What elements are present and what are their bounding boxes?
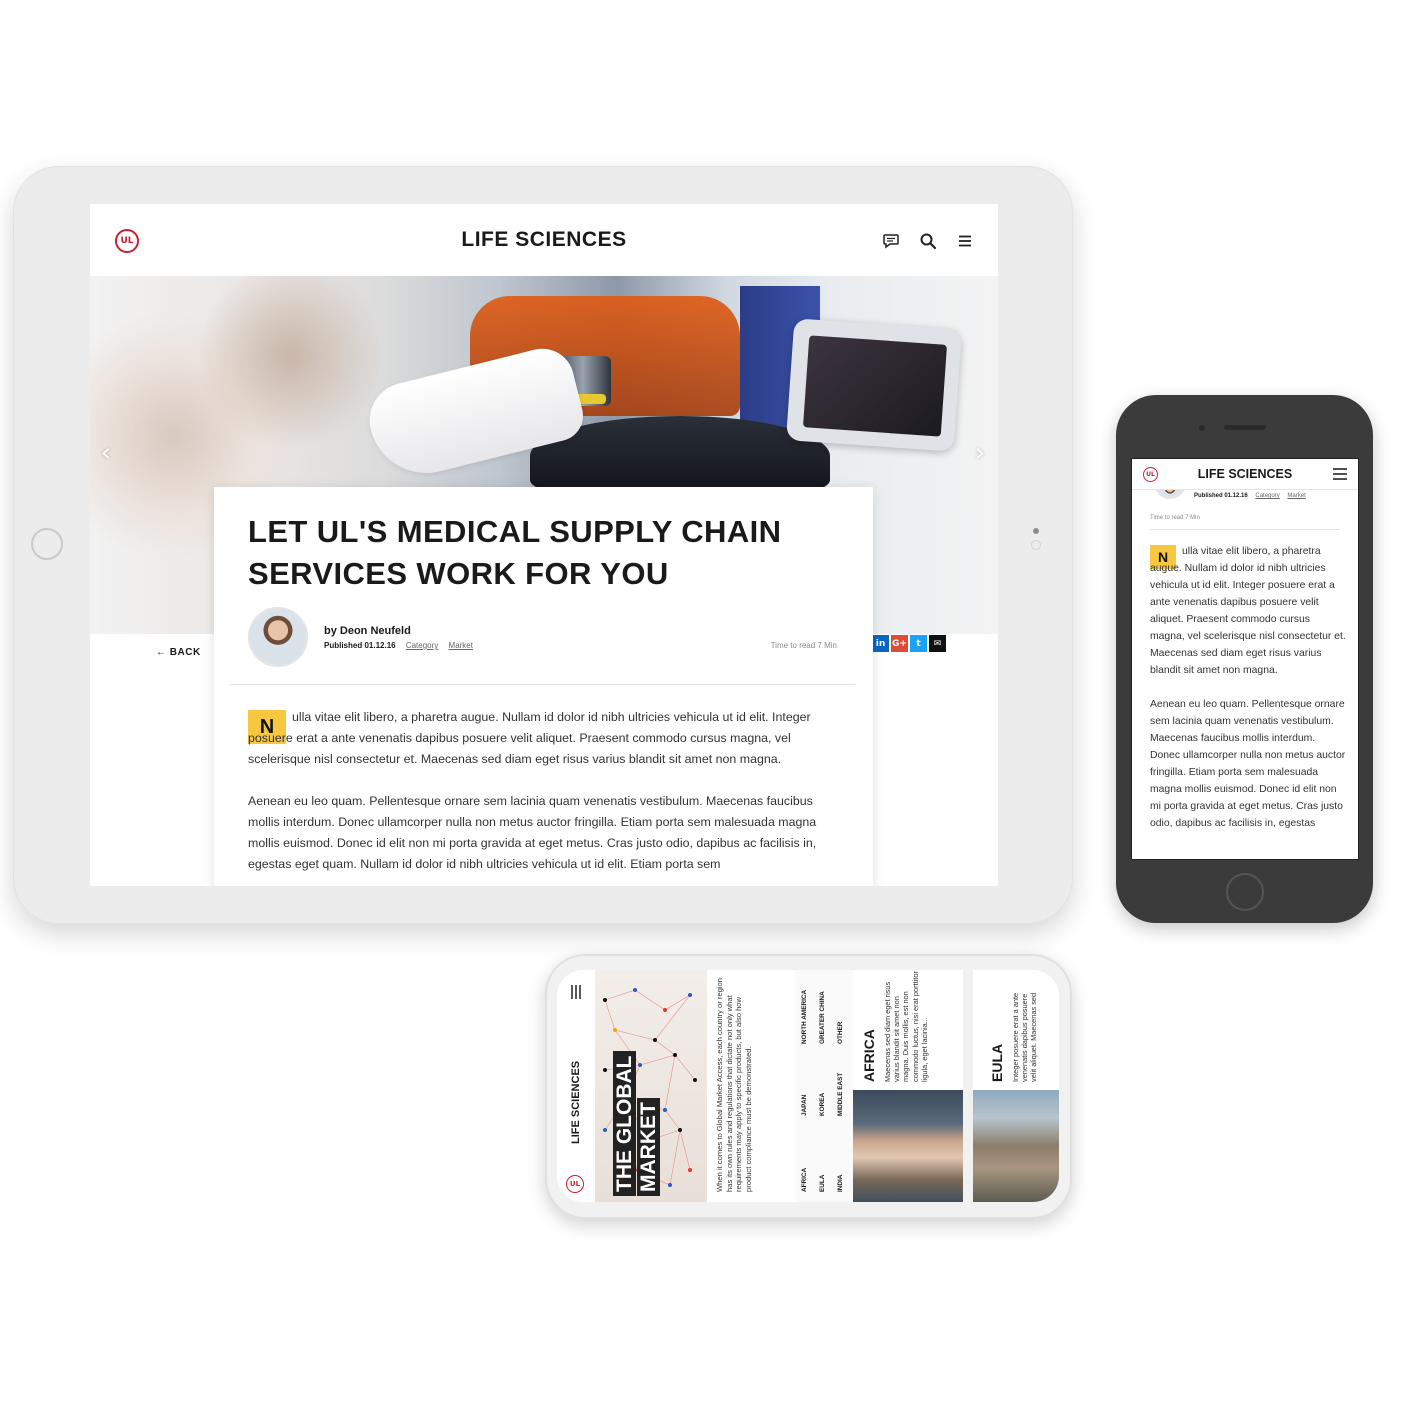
region-card-eula[interactable]: EULA Integer posuere erat a ante venenat… [973, 970, 1059, 1090]
tablet-camera [1033, 528, 1039, 534]
author-avatar[interactable] [248, 607, 308, 667]
card-photo [973, 1090, 1059, 1202]
region-link[interactable]: JAPAN [801, 1095, 808, 1116]
region-list: AFRICA EULA INDIA JAPAN KOREA MIDDLE EAS… [795, 970, 853, 1202]
card-title: EULA [989, 1043, 1005, 1082]
card-text: Integer posuere erat a ante venenatis da… [1011, 992, 1039, 1082]
paragraph: Aenean eu leo quam. Pellentesque ornare … [1150, 699, 1346, 829]
phone-home-button[interactable] [1226, 873, 1264, 911]
phone-camera [1199, 425, 1205, 431]
search-icon[interactable] [919, 232, 937, 250]
paragraph: ulla vitae elit libero, a pharetra augue… [248, 710, 811, 766]
region-card-africa[interactable]: AFRICA Maecenas sed diam eget risus vari… [853, 970, 963, 1090]
tablet-header: UL LIFE SCIENCES [90, 204, 998, 277]
tablet-screen: UL LIFE SCIENCES ‹ › ← BACK in G+ t ✉ LE… [90, 204, 998, 886]
phone-header: UL LIFE SCIENCES [1132, 459, 1358, 490]
category-link[interactable]: Category [1255, 493, 1279, 499]
hero-monitor-screen [802, 335, 948, 437]
read-time: Time to read 7 Min [1150, 515, 1200, 521]
phone-device: Published 01.12.16 Category Market Time … [1116, 395, 1373, 923]
region-link[interactable]: GREATER CHINA [819, 991, 826, 1044]
card-text: Maecenas sed diam eget risus varius blan… [883, 971, 929, 1082]
section-headline-line2: MARKET [637, 1098, 660, 1196]
page-title: LIFE SCIENCES [570, 1060, 582, 1144]
card-gap [963, 970, 973, 1202]
region-link[interactable]: KOREA [819, 1093, 826, 1116]
paragraph: Aenean eu leo quam. Pellentesque ornare … [248, 794, 817, 871]
page-title: LIFE SCIENCES [461, 228, 627, 251]
page-title: LIFE SCIENCES [1197, 467, 1293, 481]
region-link[interactable]: NORTH AMERICA [801, 990, 808, 1044]
divider [230, 684, 855, 685]
card-title: AFRICA [861, 1029, 877, 1082]
published-date: Published 01.12.16 [324, 641, 396, 650]
phone-screen: Published 01.12.16 Category Market Time … [1131, 458, 1359, 860]
email-icon[interactable]: ✉ [929, 635, 946, 652]
article-body: ulla vitae elit libero, a pharetra augue… [248, 707, 840, 886]
menu-icon[interactable] [1332, 467, 1348, 481]
tablet-sensor [1031, 540, 1041, 550]
arrow-left-icon: ← [156, 647, 170, 658]
region-link[interactable]: AFRICA [801, 1168, 808, 1192]
intro-panel: When it comes to Global Market Access, e… [707, 970, 795, 1202]
market-link[interactable]: Market [1287, 493, 1305, 499]
region-link[interactable]: EULA [819, 1175, 826, 1192]
chat-icon[interactable] [882, 232, 900, 250]
ul-logo[interactable]: UL [566, 1175, 584, 1193]
linkedin-icon[interactable]: in [872, 635, 889, 652]
market-link[interactable]: Market [449, 641, 473, 650]
landscape-phone-screen: LIFE SCIENCES UL THE GLOBAL MARKET When … [557, 970, 1059, 1202]
phone-speaker [1224, 425, 1266, 430]
landscape-phone-device: LIFE SCIENCES UL THE GLOBAL MARKET When … [545, 954, 1072, 1219]
region-link[interactable]: MIDDLE EAST [837, 1073, 844, 1116]
section-headline-line1: THE GLOBAL [613, 1051, 636, 1196]
read-time: Time to read 7 Min [770, 641, 837, 650]
carousel-next-button[interactable]: › [968, 440, 992, 466]
paragraph: ulla vitae elit libero, a pharetra augue… [1150, 546, 1346, 676]
card-photo [853, 1090, 963, 1202]
side-nav: LIFE SCIENCES UL [557, 970, 596, 1202]
region-link[interactable]: INDIA [837, 1175, 844, 1192]
carousel-prev-button[interactable]: ‹ [94, 440, 118, 466]
author-name: by Deon Neufeld [324, 625, 411, 637]
article-body: ulla vitae elit libero, a pharetra augue… [1150, 543, 1346, 849]
article-meta: Published 01.12.16 Category Market [1194, 493, 1306, 499]
twitter-icon[interactable]: t [910, 635, 927, 652]
tablet-home-button[interactable] [31, 528, 63, 560]
region-link[interactable]: OTHER [837, 1022, 844, 1044]
intro-text: When it comes to Global Market Access, e… [715, 978, 753, 1192]
article-headline: LET UL'S MEDICAL SUPPLY CHAIN SERVICES W… [248, 514, 782, 591]
menu-icon[interactable] [570, 984, 582, 1000]
menu-icon[interactable] [956, 232, 974, 250]
divider [1150, 529, 1340, 530]
back-link[interactable]: ← BACK [156, 647, 201, 658]
google-plus-icon[interactable]: G+ [891, 635, 908, 652]
category-link[interactable]: Category [406, 641, 438, 650]
article-meta: Published 01.12.16 Category Market [324, 641, 473, 650]
